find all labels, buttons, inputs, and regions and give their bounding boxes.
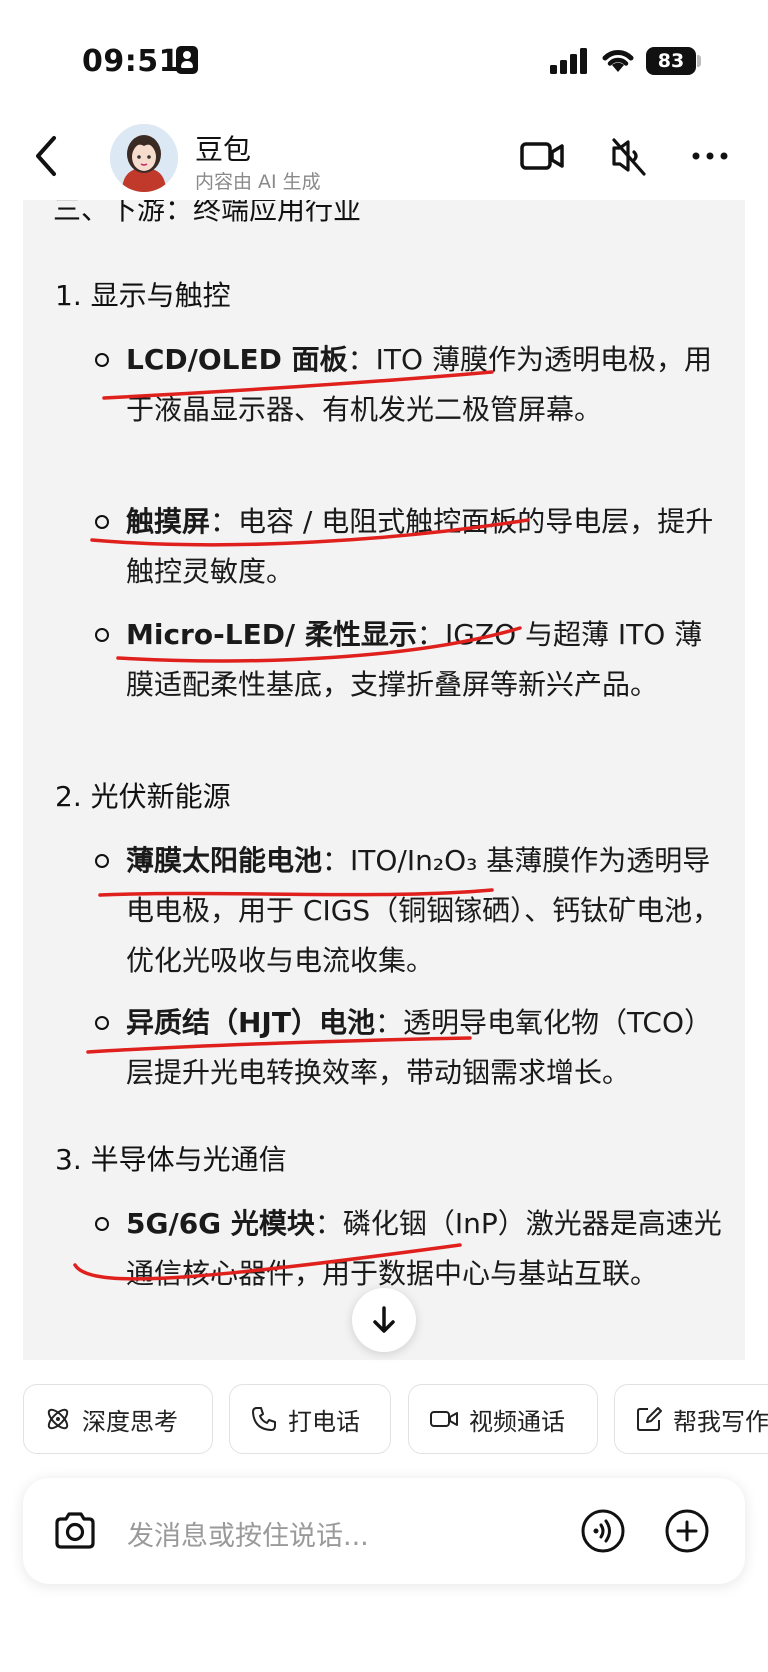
list-item: LCD/OLED 面板：ITO 薄膜作为透明电极，用于液晶显示器、有机发光二极管…	[126, 335, 726, 435]
back-button[interactable]	[28, 132, 68, 180]
arrow-down-icon	[373, 1306, 395, 1333]
list-item: 触摸屏：电容 / 电阻式触控面板的导电层，提升触控灵敏度。	[126, 497, 726, 597]
bullet-icon	[95, 353, 109, 367]
battery-indicator: 83	[646, 47, 696, 75]
item-separator: ：	[347, 343, 376, 376]
ai-generated-label: 内容由 AI 生成	[195, 171, 321, 193]
battery-tip	[697, 55, 701, 67]
item-term: 异质结（HJT）电池	[126, 1006, 375, 1039]
mute-speaker-icon[interactable]	[606, 132, 654, 180]
bot-name: 豆包	[195, 133, 252, 166]
video-call-icon[interactable]	[518, 132, 566, 180]
list-item: 薄膜太阳能电池：ITO/In₂O₃ 基薄膜作为透明导电电极，用于 CIGS（铜铟…	[126, 836, 726, 986]
chip-help-write[interactable]: 帮我写作	[614, 1384, 768, 1454]
avatar[interactable]	[110, 124, 178, 192]
wifi-icon	[602, 50, 634, 72]
more-options-icon[interactable]	[686, 132, 734, 180]
chip-deep-think[interactable]: 深度思考	[23, 1384, 213, 1454]
quick-actions-bar: 深度思考 打电话 视频通话 帮我写作	[0, 1380, 768, 1460]
camera-icon[interactable]	[51, 1507, 99, 1555]
message-input-bar[interactable]: 发消息或按住说话...	[23, 1478, 745, 1584]
scroll-to-bottom-button[interactable]	[352, 1288, 416, 1352]
phone-icon	[252, 1407, 276, 1431]
add-icon[interactable]	[663, 1507, 711, 1555]
atom-icon	[47, 1408, 69, 1430]
focus-person-icon	[176, 46, 198, 74]
group-heading: 1. 显示与触控	[55, 279, 231, 312]
bullet-icon	[95, 1217, 109, 1231]
cellular-signal-icon	[550, 48, 587, 74]
voice-input-icon[interactable]	[579, 1507, 627, 1555]
item-term: LCD/OLED 面板	[126, 343, 348, 376]
bullet-icon	[95, 628, 109, 642]
edit-icon	[637, 1407, 662, 1431]
item-separator: ：	[416, 618, 445, 651]
bullet-icon	[95, 854, 109, 868]
chat-header: 豆包 内容由 AI 生成	[0, 110, 768, 202]
item-term: 薄膜太阳能电池	[126, 844, 323, 877]
chip-label: 打电话	[288, 1407, 360, 1436]
item-term: 触摸屏	[126, 505, 211, 538]
chip-label: 帮我写作	[673, 1407, 768, 1436]
bullet-icon	[95, 515, 109, 529]
item-term: Micro-LED/ 柔性显示	[126, 618, 417, 651]
item-separator: ：	[314, 1207, 343, 1240]
video-icon	[430, 1411, 458, 1427]
item-separator: ：	[322, 844, 351, 877]
chip-phone-call[interactable]: 打电话	[229, 1384, 391, 1454]
chip-video-call[interactable]: 视频通话	[408, 1384, 598, 1454]
item-term: 5G/6G 光模块	[126, 1207, 315, 1240]
chip-label: 视频通话	[469, 1407, 565, 1436]
chip-label: 深度思考	[82, 1407, 178, 1436]
item-separator: ：	[374, 1006, 403, 1039]
status-time: 09:51	[82, 44, 180, 79]
item-separator: ：	[210, 505, 239, 538]
message-input[interactable]: 发消息或按住说话...	[127, 1514, 369, 1553]
list-item: Micro-LED/ 柔性显示：IGZO 与超薄 ITO 薄膜适配柔性基底，支撑…	[126, 610, 726, 710]
assistant-message: 三、下游：终端应用行业 1. 显示与触控 LCD/OLED 面板：ITO 薄膜作…	[23, 200, 745, 1360]
group-heading: 3. 半导体与光通信	[55, 1143, 287, 1176]
list-item: 异质结（HJT）电池：透明导电氧化物（TCO）层提升光电转换效率，带动铟需求增长…	[126, 998, 726, 1098]
section-title: 三、下游：终端应用行业	[53, 200, 362, 226]
status-bar: 09:51 83	[0, 0, 768, 120]
bullet-icon	[95, 1016, 109, 1030]
group-heading: 2. 光伏新能源	[55, 780, 231, 813]
list-item: 5G/6G 光模块：磷化铟（InP）激光器是高速光通信核心器件，用于数据中心与基…	[126, 1199, 726, 1299]
